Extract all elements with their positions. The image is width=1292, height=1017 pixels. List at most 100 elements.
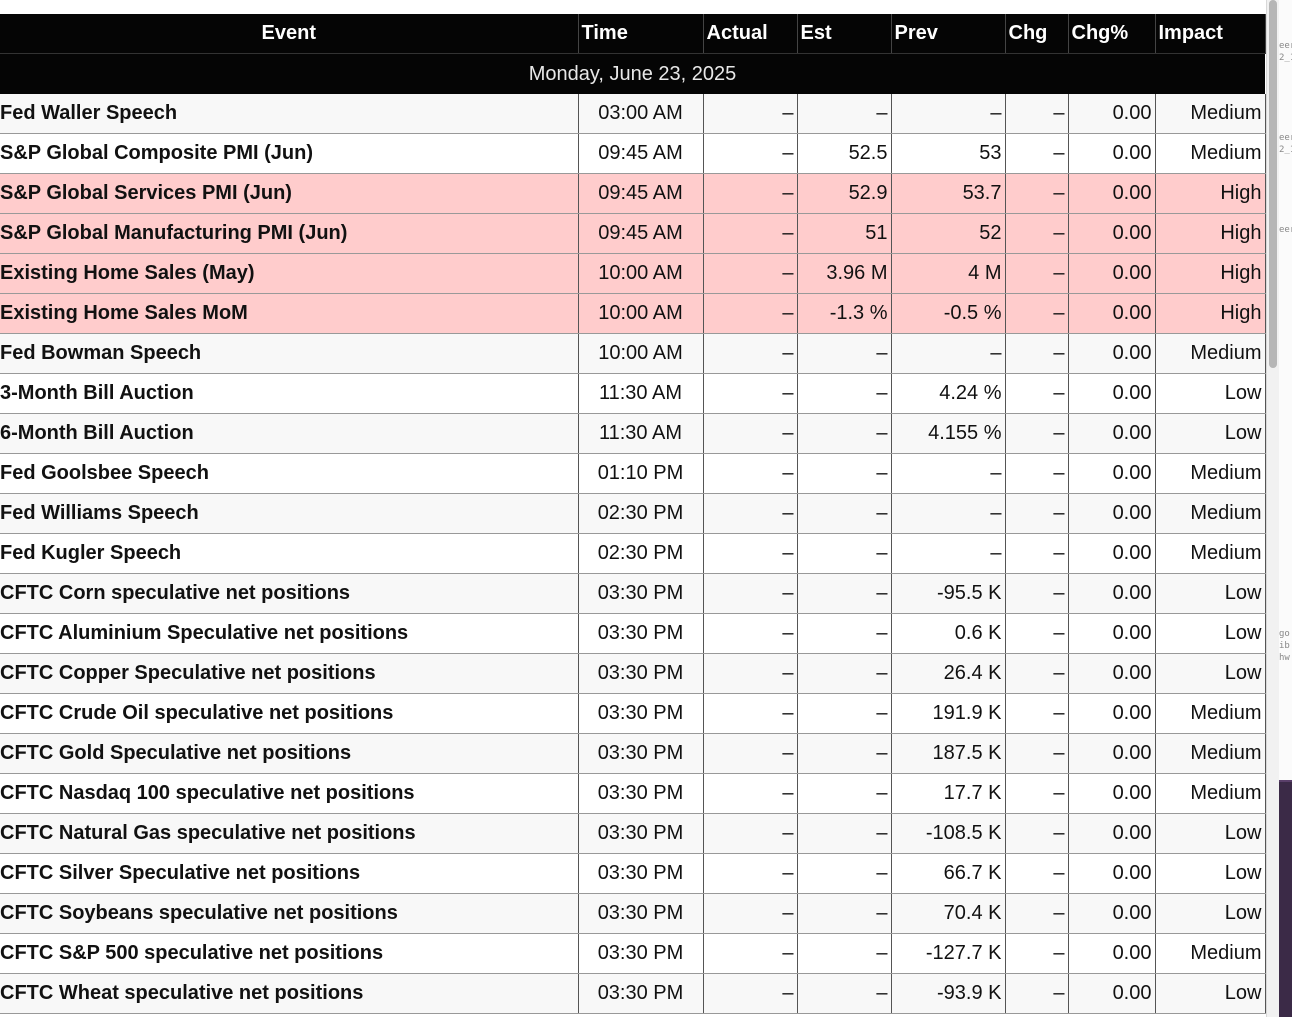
event-name: S&P Global Manufacturing PMI (Jun) [0,213,579,254]
actual-value: – [703,453,798,494]
header-impact[interactable]: Impact [1155,14,1266,54]
estimate-value: 52.5 [797,133,892,174]
estimate-value: – [797,813,892,854]
impact-level: Medium [1155,733,1266,774]
estimate-value: 3.96 M [797,253,892,294]
previous-value: -127.7 K [891,933,1006,974]
event-name: CFTC S&P 500 speculative net positions [0,933,579,974]
table-row[interactable]: CFTC Gold Speculative net positions 03:30… [0,733,1266,774]
estimate-value: – [797,94,892,134]
table-row[interactable]: CFTC Corn speculative net positions 03:30… [0,573,1266,614]
table-row[interactable]: CFTC Crude Oil speculative net positions… [0,693,1266,734]
scrollbar-thumb[interactable] [1269,0,1277,368]
previous-value: 187.5 K [891,733,1006,774]
table-row[interactable]: Existing Home Sales MoM 10:00 AM – -1.3 % -0… [0,293,1266,334]
table-row[interactable]: CFTC Copper Speculative net positions 03:… [0,653,1266,694]
event-time: 03:30 PM [578,653,704,694]
change-value: – [1005,573,1069,614]
estimate-value: – [797,413,892,454]
header-row: Event Time Actual Est Prev Chg Chg% Impa… [0,14,1266,54]
table-row[interactable]: Fed Waller Speech 03:00 AM – – – –0.00 Medium [0,94,1266,134]
table-row[interactable]: S&P Global Services PMI (Jun) 09:45 AM –52… [0,173,1266,214]
event-time: 02:30 PM [578,493,704,534]
table-row[interactable]: CFTC Wheat speculative net positions 03:3… [0,973,1266,1014]
actual-value: – [703,573,798,614]
previous-value: – [891,533,1006,574]
event-time: 03:30 PM [578,693,704,734]
event-name: 6-Month Bill Auction [0,413,579,454]
change-percent: 0.00 [1068,213,1156,254]
impact-level: Medium [1155,693,1266,734]
actual-value: – [703,173,798,214]
table-row[interactable]: 6-Month Bill Auction 11:30 AM – –4.155 % –0.… [0,413,1266,454]
actual-value: – [703,373,798,414]
table-row[interactable]: S&P Global Composite PMI (Jun) 09:45 AM –5… [0,133,1266,174]
header-est[interactable]: Est [797,14,892,54]
actual-value: – [703,893,798,934]
header-chg-pct[interactable]: Chg% [1068,14,1156,54]
table-row[interactable]: Existing Home Sales (May) 10:00 AM –3.96 M… [0,253,1266,294]
change-value: – [1005,253,1069,294]
change-percent: 0.00 [1068,253,1156,294]
table-row[interactable]: CFTC Soybeans speculative net positions 0… [0,893,1266,934]
change-value: – [1005,853,1069,894]
change-percent: 0.00 [1068,733,1156,774]
change-value: – [1005,533,1069,574]
header-actual[interactable]: Actual [703,14,798,54]
change-percent: 0.00 [1068,173,1156,214]
table-row[interactable]: CFTC Nasdaq 100 speculative net position… [0,773,1266,814]
estimate-value: – [797,733,892,774]
vertical-scrollbar[interactable] [1266,0,1279,1017]
event-time: 09:45 AM [578,133,704,174]
event-time: 10:00 AM [578,333,704,374]
impact-level: Low [1155,973,1266,1014]
page-top-margin [0,0,1270,14]
event-time: 03:00 AM [578,94,704,134]
table-row[interactable]: CFTC Natural Gas speculative net positio… [0,813,1266,854]
actual-value: – [703,693,798,734]
table-row[interactable]: CFTC S&P 500 speculative net positions 03… [0,933,1266,974]
event-name: CFTC Silver Speculative net positions [0,853,579,894]
impact-level: Low [1155,893,1266,934]
event-time: 10:00 AM [578,293,704,334]
event-name: CFTC Natural Gas speculative net positio… [0,813,579,854]
change-value: – [1005,373,1069,414]
table-row[interactable]: Fed Kugler Speech 02:30 PM – – – –0.00 Medium [0,533,1266,574]
change-percent: 0.00 [1068,693,1156,734]
table-row[interactable]: S&P Global Manufacturing PMI (Jun) 09:45 … [0,213,1266,254]
impact-level: Low [1155,613,1266,654]
previous-value: 4.24 % [891,373,1006,414]
estimate-value: – [797,453,892,494]
change-percent: 0.00 [1068,453,1156,494]
side-panel-edge: eer 2_1 eer 2_1 eer go ib hw [1279,0,1292,1017]
table-row[interactable]: CFTC Silver Speculative net positions 03:… [0,853,1266,894]
table-row[interactable]: Fed Bowman Speech 10:00 AM – – – –0.00 Medium [0,333,1266,374]
actual-value: – [703,813,798,854]
event-time: 11:30 AM [578,373,704,414]
estimate-value: -1.3 % [797,293,892,334]
table-row[interactable]: 3-Month Bill Auction 11:30 AM – –4.24 % –0.0… [0,373,1266,414]
event-time: 03:30 PM [578,613,704,654]
previous-value: – [891,333,1006,374]
event-name: Fed Goolsbee Speech [0,453,579,494]
header-chg[interactable]: Chg [1005,14,1069,54]
event-time: 09:45 AM [578,173,704,214]
previous-value: 4.155 % [891,413,1006,454]
event-time: 03:30 PM [578,733,704,774]
change-value: – [1005,413,1069,454]
previous-value: – [891,493,1006,534]
impact-level: Medium [1155,773,1266,814]
header-time[interactable]: Time [578,14,704,54]
date-group-row: Monday, June 23, 2025 [0,53,1265,94]
table-row[interactable]: CFTC Aluminium Speculative net positions… [0,613,1266,654]
change-value: – [1005,293,1069,334]
impact-level: Medium [1155,493,1266,534]
header-prev[interactable]: Prev [891,14,1006,54]
event-name: CFTC Nasdaq 100 speculative net position… [0,773,579,814]
event-name: CFTC Corn speculative net positions [0,573,579,614]
change-percent: 0.00 [1068,413,1156,454]
table-row[interactable]: Fed Williams Speech 02:30 PM – – – –0.00 Mediu… [0,493,1266,534]
table-row[interactable]: Fed Goolsbee Speech 01:10 PM – – – –0.00 Mediu… [0,453,1266,494]
change-percent: 0.00 [1068,893,1156,934]
header-event[interactable]: Event [0,14,579,54]
